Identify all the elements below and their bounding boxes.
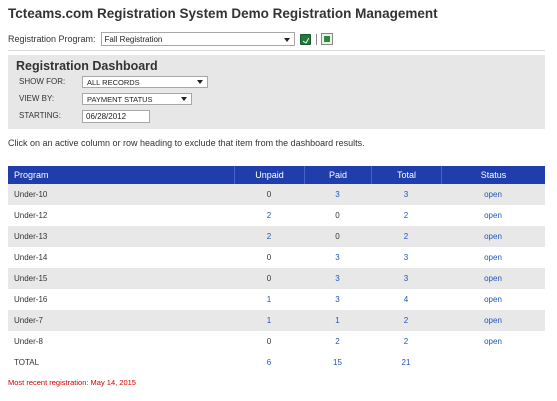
program-cell[interactable]: Under-8 <box>8 331 234 352</box>
totals-row: TOTAL 6 15 21 <box>8 352 545 373</box>
status-cell[interactable]: open <box>441 268 545 289</box>
paid-cell[interactable]: 1 <box>304 310 371 331</box>
table-row: Under-14 0 3 3 open <box>8 247 545 268</box>
program-selector-row: Registration Program: Fall Registration <box>8 31 333 47</box>
instruction-text: Click on an active column or row heading… <box>8 138 365 148</box>
table-header: Program Unpaid Paid Total Status <box>8 166 545 184</box>
unpaid-cell: 0 <box>266 337 272 346</box>
status-cell[interactable]: open <box>441 289 545 310</box>
unpaid-cell[interactable]: 2 <box>234 205 304 226</box>
total-cell[interactable]: 3 <box>371 268 441 289</box>
table-row: Under-13 2 0 2 open <box>8 226 545 247</box>
program-cell[interactable]: Under-14 <box>8 247 234 268</box>
status-cell[interactable]: open <box>441 247 545 268</box>
program-cell[interactable]: Under-15 <box>8 268 234 289</box>
view-by-select[interactable]: PAYMENT STATUS <box>82 93 192 105</box>
total-cell[interactable]: 4 <box>371 289 441 310</box>
table-row: Under-7 1 1 2 open <box>8 310 545 331</box>
registration-table: Program Unpaid Paid Total Status Under-1… <box>8 166 545 373</box>
table-row: Under-16 1 3 4 open <box>8 289 545 310</box>
total-cell[interactable]: 2 <box>371 331 441 352</box>
paid-cell: 0 <box>335 232 340 241</box>
show-for-value: ALL RECORDS <box>87 78 140 87</box>
column-header-total[interactable]: Total <box>371 166 441 184</box>
view-by-value: PAYMENT STATUS <box>87 95 153 104</box>
unpaid-cell[interactable]: 2 <box>234 226 304 247</box>
chevron-down-icon <box>181 97 187 101</box>
paid-cell[interactable]: 3 <box>304 268 371 289</box>
column-header-status[interactable]: Status <box>441 166 545 184</box>
paid-total[interactable]: 15 <box>304 352 371 373</box>
dashboard-panel: Registration Dashboard SHOW FOR: ALL REC… <box>8 55 545 129</box>
status-cell[interactable]: open <box>441 310 545 331</box>
unpaid-cell[interactable]: 1 <box>234 310 304 331</box>
table-row: Under-8 0 2 2 open <box>8 331 545 352</box>
show-for-select[interactable]: ALL RECORDS <box>82 76 208 88</box>
recent-registration-notice: Most recent registration: May 14, 2015 <box>8 378 136 387</box>
chevron-down-icon <box>197 80 203 84</box>
program-cell[interactable]: Under-12 <box>8 205 234 226</box>
column-header-unpaid[interactable]: Unpaid <box>234 166 304 184</box>
excel-export-icon[interactable] <box>299 33 311 45</box>
total-cell[interactable]: 3 <box>371 247 441 268</box>
total-cell[interactable]: 2 <box>371 205 441 226</box>
status-cell[interactable]: open <box>441 226 545 247</box>
program-select[interactable]: Fall Registration <box>100 32 295 46</box>
table-row: Under-12 2 0 2 open <box>8 205 545 226</box>
paid-cell[interactable]: 3 <box>304 184 371 205</box>
program-cell[interactable]: Under-16 <box>8 289 234 310</box>
table-row: Under-10 0 3 3 open <box>8 184 545 205</box>
starting-label: STARTING: <box>19 111 61 120</box>
unpaid-cell: 0 <box>266 253 272 262</box>
total-cell[interactable]: 2 <box>371 310 441 331</box>
paid-cell[interactable]: 3 <box>304 289 371 310</box>
chevron-down-icon <box>283 38 290 42</box>
table-row: Under-15 0 3 3 open <box>8 268 545 289</box>
totals-label: TOTAL <box>14 358 40 367</box>
unpaid-cell[interactable]: 1 <box>234 289 304 310</box>
show-for-label: SHOW FOR: <box>19 77 66 86</box>
view-by-label: VIEW BY: <box>19 94 55 103</box>
total-cell[interactable]: 2 <box>371 226 441 247</box>
page-title: Tcteams.com Registration System Demo Reg… <box>8 6 438 21</box>
program-cell[interactable]: Under-7 <box>8 310 234 331</box>
status-cell[interactable]: open <box>441 205 545 226</box>
unpaid-total[interactable]: 6 <box>234 352 304 373</box>
spreadsheet-icon[interactable] <box>320 33 333 45</box>
status-cell[interactable]: open <box>441 184 545 205</box>
grand-total[interactable]: 21 <box>371 352 441 373</box>
total-cell[interactable]: 3 <box>371 184 441 205</box>
program-select-value: Fall Registration <box>104 35 163 44</box>
paid-cell[interactable]: 2 <box>304 331 371 352</box>
paid-cell: 0 <box>335 211 340 220</box>
status-cell[interactable]: open <box>441 331 545 352</box>
dashboard-title: Registration Dashboard <box>16 59 158 73</box>
divider <box>315 33 317 45</box>
program-cell[interactable]: Under-13 <box>8 226 234 247</box>
program-cell[interactable]: Under-10 <box>8 184 234 205</box>
column-header-paid[interactable]: Paid <box>304 166 371 184</box>
divider <box>8 50 545 51</box>
paid-cell[interactable]: 3 <box>304 247 371 268</box>
unpaid-cell: 0 <box>266 274 272 283</box>
column-header-program[interactable]: Program <box>8 166 234 184</box>
unpaid-cell: 0 <box>266 190 272 199</box>
starting-date-input[interactable]: 06/28/2012 <box>82 110 150 123</box>
status-total-empty <box>441 352 545 373</box>
program-label: Registration Program: <box>8 34 96 44</box>
